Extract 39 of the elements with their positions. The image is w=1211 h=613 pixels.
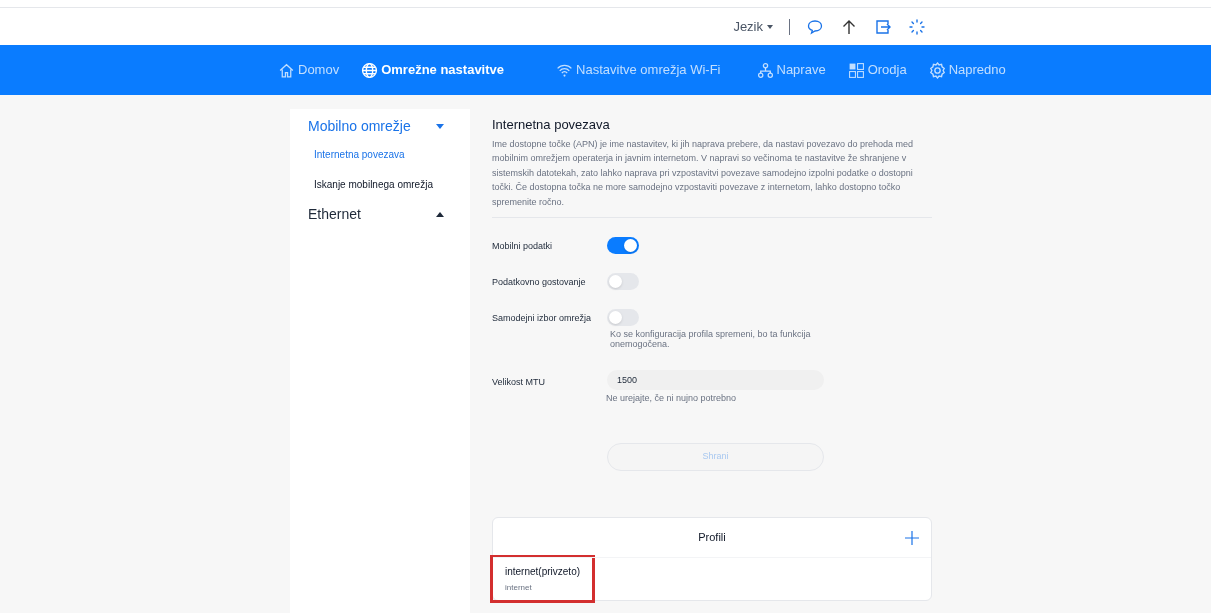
caret-icon <box>436 123 444 129</box>
add-icon[interactable] <box>905 531 919 545</box>
setting-label: Mobilni podatki <box>492 240 554 253</box>
globe-icon <box>361 61 379 79</box>
hint-text: Ne urejajte, če ni nujno potrebno <box>606 393 738 403</box>
nav-tab[interactable]: Napredno <box>928 60 1006 80</box>
sidebar-group[interactable]: Ethernet <box>290 201 470 227</box>
home-icon <box>278 61 295 79</box>
section-title: Internetna povezava <box>492 116 611 134</box>
card-title: Profili <box>698 530 726 546</box>
setting-label: Velikost MTU <box>492 376 546 389</box>
description-text: Ime dostopne točke (APN) je ime nastavitev, ki jih naprava prebere, da nastavi povezavo do prehoda med mobilnim omrežjem operaterja in javnim internetom. V napravi so večinoma te nastavitve že shranjene v sistemskih datotekah, zato lahko naprava pri vzpostavitvi povezave samodejno izpolni podatke o dostopni točki. Če dostopna točka ne more samodejno vzpostaviti povezave z internetom, lahko dostopno točko spremenite ročno. <box>492 136 932 218</box>
caret-icon <box>436 211 444 217</box>
nav-tab[interactable]: Omrežne nastavitve <box>361 60 505 80</box>
language-menu[interactable]: Jezik <box>733 16 773 37</box>
network-nodes-icon <box>756 61 774 79</box>
hint-text: Ko se konfiguracija profila spremeni, bo ta funkcija onemogočena. <box>609 329 812 349</box>
nav-tab[interactable]: Domov <box>278 60 340 80</box>
loading-icon <box>908 17 926 36</box>
sidebar-item[interactable]: Iskanje mobilnega omrežja <box>290 169 470 199</box>
chat-icon[interactable] <box>806 17 824 36</box>
profile-name: internet(privzeto) <box>505 565 581 579</box>
setting-label: Podatkovno gostovanje <box>492 276 587 289</box>
settings-icon <box>928 61 946 79</box>
grid-icon <box>847 61 865 79</box>
nav-tab[interactable]: Naprave <box>756 60 826 80</box>
nav-tab[interactable]: Orodja <box>847 60 907 80</box>
profile-item[interactable]: internet(privzeto) internet <box>493 558 593 600</box>
caret-icon <box>767 24 773 29</box>
toggle-switch[interactable] <box>607 237 639 254</box>
input-field[interactable]: 1500 <box>607 370 824 390</box>
profile-apn: internet <box>505 582 533 594</box>
sidebar-item[interactable]: Internetna povezava <box>290 139 470 169</box>
setting-label: Samodejni izbor omrežja <box>492 312 593 325</box>
toggle-switch[interactable] <box>607 309 639 326</box>
sidebar-group[interactable]: Mobilno omrežje <box>290 113 470 139</box>
logout-icon[interactable] <box>874 17 892 36</box>
toggle-switch[interactable] <box>607 273 639 290</box>
nav-tab[interactable]: Nastavitve omrežja Wi-Fi <box>556 60 721 80</box>
